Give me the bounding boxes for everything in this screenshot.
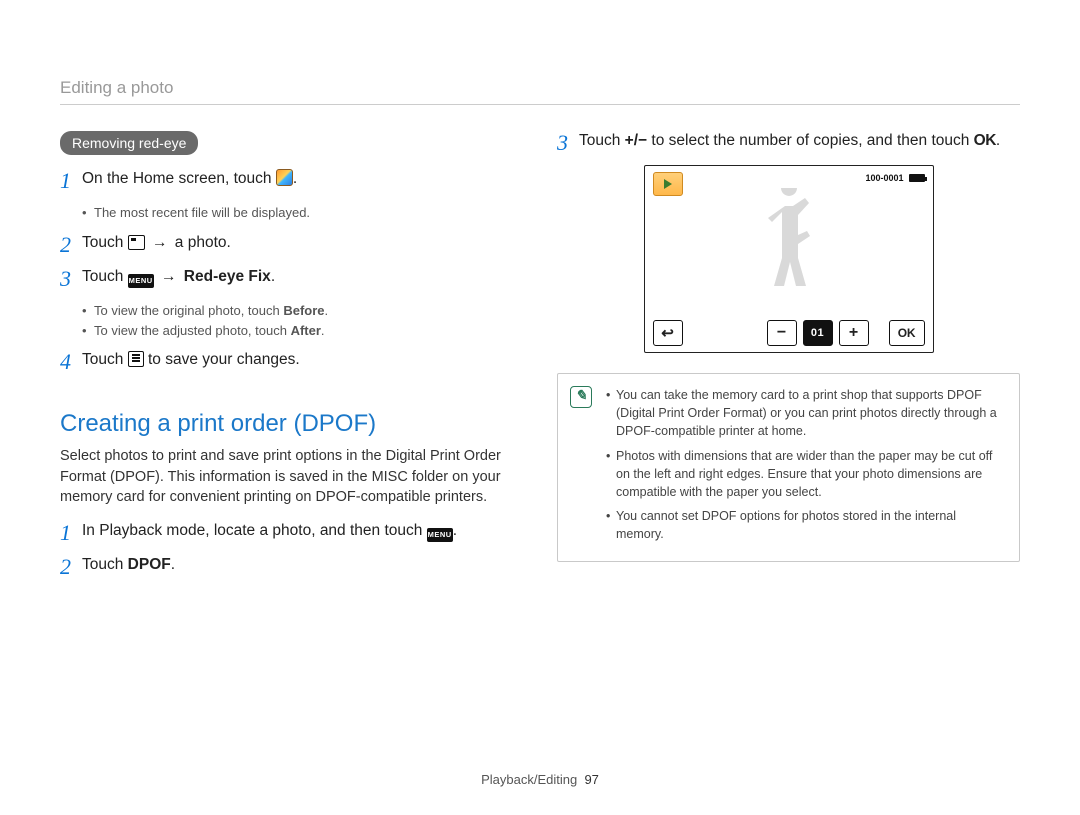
step-number: 2 [60, 555, 82, 579]
step-text: . [271, 268, 275, 285]
step-text: Touch [82, 268, 128, 285]
section-pill-removing-red-eye: Removing red-eye [60, 131, 198, 155]
note-item: You can take the memory card to a print … [606, 386, 1005, 440]
file-counter: 100-0001 [865, 173, 903, 183]
minus-button[interactable]: − [767, 320, 797, 346]
slideshow-thumb-icon[interactable] [653, 172, 683, 196]
substep-text: The most recent file will be displayed. [82, 203, 523, 223]
step-text: . [453, 522, 457, 539]
page-number: 97 [584, 772, 598, 787]
breadcrumb: Editing a photo [60, 78, 1020, 105]
ok-button[interactable]: OK [889, 320, 925, 346]
step-text: . [293, 170, 297, 187]
step-text: to save your changes. [148, 351, 300, 368]
redeye-step-2: 2 Touch → a photo. [60, 233, 523, 257]
plus-button[interactable]: + [839, 320, 869, 346]
note-box: ✎ You can take the memory card to a prin… [557, 373, 1020, 562]
substep: To view the original photo, touch Before… [82, 301, 523, 321]
note-item: You cannot set DPOF options for photos s… [606, 507, 1005, 543]
step-text: . [996, 132, 1000, 149]
step-text: Touch [82, 351, 128, 368]
step-text: Touch [82, 234, 128, 251]
step-number: 4 [60, 350, 82, 374]
note-icon: ✎ [570, 386, 592, 408]
step-bold: Red-eye Fix [184, 268, 271, 285]
step-number: 2 [60, 233, 82, 257]
step-text: to select the number of copies, and then… [651, 132, 973, 149]
dpof-step-2: 2 Touch DPOF. [60, 555, 523, 579]
step-number: 1 [60, 521, 82, 545]
device-screen-mock: 100-0001 ↩ − 01 + OK [644, 165, 934, 353]
menu-icon: MENU [427, 528, 453, 542]
redeye-step-3: 3 Touch MENU → Red-eye Fix. [60, 267, 523, 291]
body-dpof: Select photos to print and save print op… [60, 446, 523, 507]
heading-dpof: Creating a print order (DPOF) [60, 410, 523, 438]
redeye-step-1: 1 On the Home screen, touch . [60, 169, 523, 193]
step-text: Touch [82, 556, 128, 573]
arrow-icon: → [152, 233, 168, 254]
step-bold: DPOF [128, 556, 171, 573]
ok-glyph: OK [974, 132, 996, 149]
save-icon [128, 351, 144, 367]
back-arrow-icon: ↩ [661, 324, 674, 342]
step-text: . [171, 556, 175, 573]
page-footer: Playback/Editing 97 [0, 772, 1080, 787]
right-column: 3 Touch +/− to select the number of copi… [557, 131, 1020, 590]
step-number: 3 [60, 267, 82, 291]
arrow-icon: → [161, 267, 177, 288]
step-number: 3 [557, 131, 579, 155]
step-text: On the Home screen, touch [82, 170, 276, 187]
step-text: Touch [579, 132, 625, 149]
note-item: Photos with dimensions that are wider th… [606, 447, 1005, 501]
plus-minus-glyph: +/− [625, 132, 647, 149]
back-button[interactable]: ↩ [653, 320, 683, 346]
substep: To view the adjusted photo, touch After. [82, 321, 523, 341]
photo-silhouette [749, 188, 829, 308]
dpof-step-1: 1 In Playback mode, locate a photo, and … [60, 521, 523, 545]
footer-section: Playback/Editing [481, 772, 577, 787]
home-app-icon [276, 169, 293, 186]
battery-icon [909, 174, 925, 182]
copy-count-display: 01 [803, 320, 833, 346]
redeye-step-4: 4 Touch to save your changes. [60, 350, 523, 374]
menu-icon: MENU [128, 274, 154, 288]
step-number: 1 [60, 169, 82, 193]
step-text: a photo. [175, 234, 231, 251]
step-text: In Playback mode, locate a photo, and th… [82, 522, 427, 539]
left-column: Removing red-eye 1 On the Home screen, t… [60, 131, 523, 590]
thumbnail-icon [128, 235, 145, 250]
dpof-step-3: 3 Touch +/− to select the number of copi… [557, 131, 1020, 155]
